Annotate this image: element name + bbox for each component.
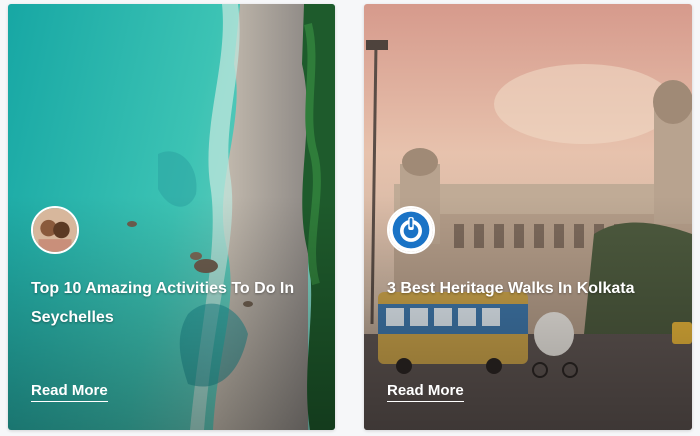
blog-card-kolkata[interactable]: 3 Best Heritage Walks In Kolkata Read Mo… [364, 4, 692, 430]
blog-card-seychelles[interactable]: Top 10 Amazing Activities To Do In Seych… [8, 4, 335, 430]
card-title[interactable]: Top 10 Amazing Activities To Do In Seych… [31, 274, 321, 332]
read-more-link[interactable]: Read More [387, 382, 464, 402]
read-more-link[interactable]: Read More [31, 382, 108, 402]
author-avatar[interactable] [387, 206, 435, 254]
card-title[interactable]: 3 Best Heritage Walks In Kolkata [387, 274, 677, 303]
author-avatar[interactable] [31, 206, 79, 254]
